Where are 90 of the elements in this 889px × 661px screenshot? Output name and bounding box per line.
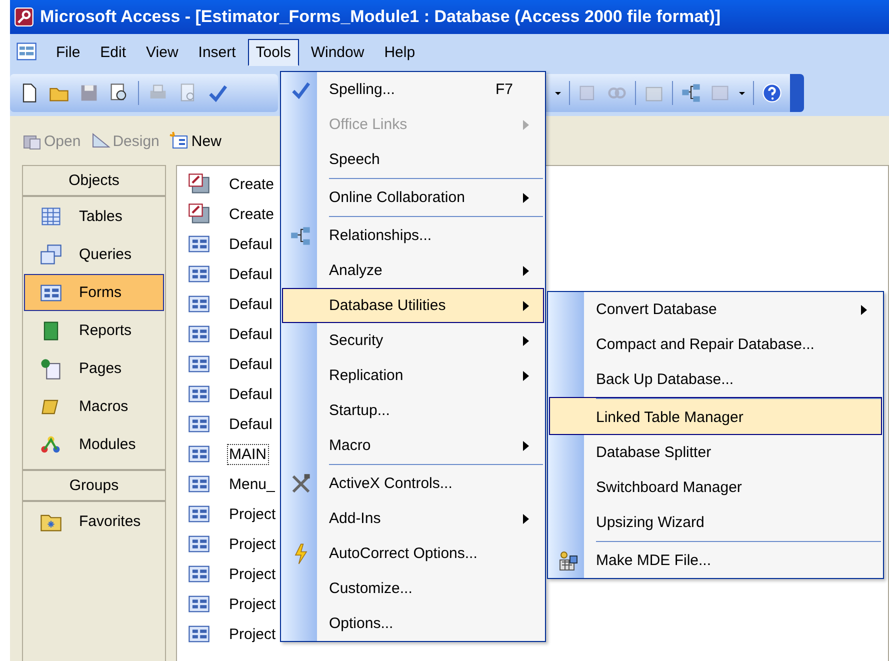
menu-bar-entry[interactable]: Edit bbox=[92, 38, 134, 66]
window-title: Microsoft Access - [Estimator_Forms_Module1 : Database (Access 2000 file format)] bbox=[40, 7, 721, 27]
object-type-item[interactable]: Pages bbox=[24, 350, 164, 387]
menu-entry[interactable]: Speech bbox=[282, 142, 544, 177]
shortcut-icon bbox=[187, 203, 211, 225]
submenu-arrow-icon bbox=[523, 120, 529, 130]
submenu-arrow-icon bbox=[523, 300, 529, 310]
submenu-arrow-icon bbox=[523, 266, 529, 276]
menu-entry[interactable]: Macro bbox=[282, 428, 544, 463]
form-name[interactable]: Defaul bbox=[227, 324, 274, 344]
form-name[interactable]: Defaul bbox=[227, 234, 274, 254]
menu-entry[interactable]: Replication bbox=[282, 358, 544, 393]
form-icon bbox=[187, 323, 211, 345]
relationships-icon bbox=[290, 224, 312, 246]
section-header[interactable]: Groups bbox=[23, 469, 165, 502]
shortcut-icon bbox=[187, 173, 211, 195]
menu-bar-entry[interactable]: Insert bbox=[190, 38, 244, 66]
form-name[interactable]: Project bbox=[227, 624, 278, 644]
globe-page-icon bbox=[39, 358, 63, 380]
relationships-icon[interactable] bbox=[680, 82, 702, 104]
menu-entry[interactable]: Convert Database bbox=[549, 292, 882, 327]
form-icon bbox=[187, 503, 211, 525]
key-lock-icon bbox=[557, 550, 579, 572]
object-type-item[interactable]: Macros bbox=[24, 388, 164, 425]
form-icon bbox=[187, 383, 211, 405]
help-icon[interactable] bbox=[761, 82, 783, 104]
form-icon bbox=[187, 233, 211, 255]
menu-entry[interactable]: Analyze bbox=[282, 253, 544, 288]
menu-bar-entry[interactable]: Tools bbox=[248, 38, 299, 66]
menu-entry[interactable]: Startup... bbox=[282, 393, 544, 428]
form-icon bbox=[187, 473, 211, 495]
submenu-arrow-icon bbox=[861, 304, 867, 314]
form-name[interactable]: Project bbox=[227, 504, 278, 524]
form-name[interactable]: Defaul bbox=[227, 414, 274, 434]
database-window-icon[interactable] bbox=[14, 41, 38, 63]
object-type-item[interactable]: Queries bbox=[24, 236, 164, 273]
object-type-item[interactable]: Modules bbox=[24, 426, 164, 463]
menu-bar-entry[interactable]: File bbox=[48, 38, 88, 66]
table-grid-icon bbox=[39, 206, 63, 228]
form-icon bbox=[187, 293, 211, 315]
form-name[interactable]: MAIN bbox=[227, 444, 268, 464]
form-icon bbox=[187, 413, 211, 435]
object-type-item[interactable]: Reports bbox=[24, 312, 164, 349]
submenu-arrow-icon bbox=[523, 336, 529, 346]
form-name[interactable]: Defaul bbox=[227, 384, 274, 404]
menu-entry[interactable]: Customize... bbox=[282, 571, 544, 606]
section-header[interactable]: Objects bbox=[23, 166, 165, 197]
menu-entry[interactable]: Options... bbox=[282, 606, 544, 641]
menu-entry[interactable]: Linked Table Manager bbox=[549, 397, 882, 435]
form-icon bbox=[187, 263, 211, 285]
menu-entry[interactable]: AutoCorrect Options... bbox=[282, 536, 544, 571]
stacked-windows-icon bbox=[39, 244, 63, 266]
menu-entry[interactable]: Database Splitter bbox=[549, 435, 882, 470]
new-form-icon bbox=[169, 131, 190, 151]
menu-bar-entry[interactable]: Window bbox=[302, 38, 372, 66]
toolbar-button[interactable]: New bbox=[167, 129, 224, 153]
menu-bar-entry[interactable]: Help bbox=[376, 38, 424, 66]
form-name[interactable]: Menu_ bbox=[227, 474, 277, 494]
menu-entry[interactable]: Database Utilities bbox=[282, 288, 544, 323]
dropdown-arrow-icon[interactable] bbox=[738, 89, 746, 97]
form-icon bbox=[187, 443, 211, 465]
submenu-arrow-icon bbox=[523, 514, 529, 524]
submenu-arrow-icon bbox=[523, 440, 529, 450]
form-name[interactable]: Project bbox=[227, 594, 278, 614]
form-icon bbox=[187, 533, 211, 555]
form-name[interactable]: Defaul bbox=[227, 354, 274, 374]
menu-entry[interactable]: Add-Ins bbox=[282, 501, 544, 536]
submenu-arrow-icon bbox=[523, 370, 529, 380]
dropdown-arrow-icon[interactable] bbox=[554, 89, 562, 97]
form-icon bbox=[187, 623, 211, 645]
form-icon bbox=[187, 593, 211, 615]
app-key-icon bbox=[14, 7, 34, 27]
form-name[interactable]: Create bbox=[227, 204, 276, 224]
form-icon bbox=[187, 353, 211, 375]
form-name[interactable]: Defaul bbox=[227, 294, 274, 314]
form-name[interactable]: Project bbox=[227, 534, 278, 554]
form-icon bbox=[187, 563, 211, 585]
form-name[interactable]: Defaul bbox=[227, 264, 274, 284]
object-type-item[interactable]: Tables bbox=[24, 198, 164, 235]
form-name[interactable]: Create bbox=[227, 174, 276, 194]
menu-entry[interactable]: Upsizing Wizard bbox=[549, 505, 882, 540]
form-name[interactable]: Project bbox=[227, 564, 278, 584]
submenu-arrow-icon bbox=[523, 192, 529, 202]
menu-bar-entry[interactable]: View bbox=[138, 38, 186, 66]
group-item[interactable]: Favorites bbox=[24, 503, 164, 540]
menu-entry[interactable]: Back Up Database... bbox=[549, 362, 882, 397]
menu-entry[interactable]: Compact and Repair Database... bbox=[549, 327, 882, 362]
object-type-item[interactable]: Forms bbox=[24, 274, 164, 311]
menu-entry[interactable]: Security bbox=[282, 323, 544, 358]
menu-entry[interactable]: Switchboard Manager bbox=[549, 470, 882, 505]
